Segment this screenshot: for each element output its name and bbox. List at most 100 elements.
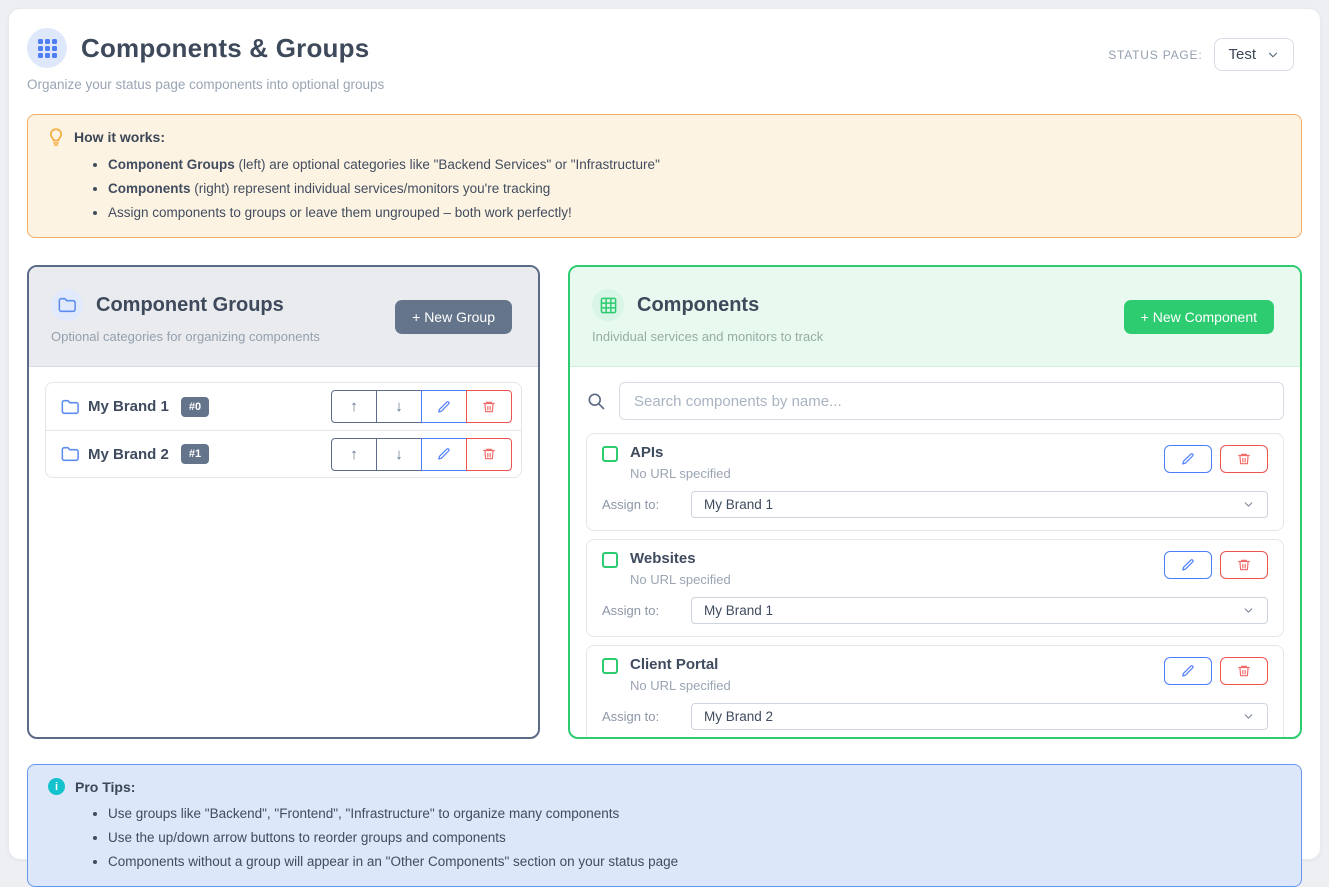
move-group-down-button[interactable]: ↓ [376, 438, 422, 471]
component-checkbox[interactable] [602, 552, 618, 568]
how-it-works-bullet: Component Groups (left) are optional cat… [108, 153, 1281, 177]
grid-dots-icon [38, 39, 57, 58]
how-it-works-bullet: Components (right) represent individual … [108, 177, 1281, 201]
pencil-icon [437, 400, 451, 414]
status-page-selected-value: Test [1228, 46, 1256, 63]
component-checkbox[interactable] [602, 446, 618, 462]
assign-to-label: Assign to: [602, 709, 666, 724]
status-page-select[interactable]: Test [1214, 38, 1294, 71]
delete-component-button[interactable] [1220, 551, 1268, 579]
trash-icon [1237, 664, 1251, 678]
group-order-badge: #0 [181, 397, 209, 417]
assign-to-label: Assign to: [602, 497, 666, 512]
chevron-down-icon [1242, 498, 1255, 511]
component-groups-title: Component Groups [96, 294, 284, 317]
search-icon [586, 391, 606, 411]
assign-group-select[interactable]: My Brand 1 [691, 597, 1268, 624]
new-component-button[interactable]: + New Component [1124, 300, 1274, 334]
group-name: My Brand 1 [88, 398, 169, 415]
component-url-status: No URL specified [630, 678, 731, 693]
pencil-icon [1181, 452, 1195, 466]
component-card: APIs No URL specified [586, 433, 1284, 531]
how-it-works-bullet: Assign components to groups or leave the… [108, 201, 1281, 225]
trash-icon [1237, 558, 1251, 572]
pencil-icon [1181, 664, 1195, 678]
component-name: APIs [630, 444, 731, 461]
trash-icon [482, 447, 496, 461]
pro-tip-bullet: Components without a group will appear i… [108, 850, 1281, 874]
folder-icon [61, 446, 79, 462]
edit-component-button[interactable] [1164, 551, 1212, 579]
component-groups-header: Component Groups Optional categories for… [29, 267, 538, 367]
folder-icon [51, 289, 83, 321]
component-groups-body: My Brand 1 #0 ↑ ↓ [29, 367, 538, 737]
component-groups-panel: Component Groups Optional categories for… [27, 265, 540, 739]
component-card: Client Portal No URL specified [586, 645, 1284, 739]
how-it-works-title: How it works: [74, 129, 165, 145]
delete-group-button[interactable] [466, 438, 512, 471]
pro-tip-bullet: Use the up/down arrow buttons to reorder… [108, 826, 1281, 850]
page-header: Components & Groups Organize your status… [27, 28, 1302, 92]
main-card: Components & Groups Organize your status… [8, 8, 1321, 860]
pencil-icon [437, 447, 451, 461]
delete-group-button[interactable] [466, 390, 512, 423]
delete-component-button[interactable] [1220, 445, 1268, 473]
component-name: Websites [630, 550, 731, 567]
component-card: Websites No URL specified [586, 539, 1284, 637]
group-name: My Brand 2 [88, 446, 169, 463]
component-url-status: No URL specified [630, 466, 731, 481]
page-subtitle: Organize your status page components int… [27, 77, 384, 92]
trash-icon [1237, 452, 1251, 466]
assign-group-select[interactable]: My Brand 1 [691, 491, 1268, 518]
pro-tip-bullet: Use groups like "Backend", "Frontend", "… [108, 802, 1281, 826]
chevron-down-icon [1242, 604, 1255, 617]
page-title: Components & Groups [81, 33, 369, 64]
assign-group-select[interactable]: My Brand 2 [691, 703, 1268, 730]
components-title: Components [637, 294, 759, 317]
assigned-group-value: My Brand 1 [704, 603, 773, 618]
pro-tips-box: i Pro Tips: Use groups like "Backend", "… [27, 764, 1302, 887]
group-list: My Brand 1 #0 ↑ ↓ [45, 382, 522, 478]
edit-group-button[interactable] [421, 390, 467, 423]
components-body: APIs No URL specified [570, 367, 1300, 739]
component-list: APIs No URL specified [586, 433, 1284, 739]
new-group-button[interactable]: + New Group [395, 300, 512, 334]
assigned-group-value: My Brand 2 [704, 709, 773, 724]
edit-component-button[interactable] [1164, 445, 1212, 473]
arrow-up-icon: ↑ [350, 398, 358, 415]
pencil-icon [1181, 558, 1195, 572]
pro-tips-list: Use groups like "Backend", "Frontend", "… [48, 802, 1281, 874]
lightbulb-icon [48, 128, 64, 146]
info-icon: i [48, 778, 65, 795]
edit-group-button[interactable] [421, 438, 467, 471]
move-group-up-button[interactable]: ↑ [331, 438, 377, 471]
components-panel: Components Individual services and monit… [568, 265, 1302, 739]
components-groups-app-icon [27, 28, 67, 68]
group-row: My Brand 2 #1 ↑ ↓ [46, 430, 521, 477]
chevron-down-icon [1242, 710, 1255, 723]
folder-icon [61, 399, 79, 415]
components-subtitle: Individual services and monitors to trac… [592, 329, 823, 344]
arrow-down-icon: ↓ [395, 398, 403, 415]
component-url-status: No URL specified [630, 572, 731, 587]
chevron-down-icon [1266, 48, 1280, 62]
group-row: My Brand 1 #0 ↑ ↓ [46, 383, 521, 430]
group-actions: ↑ ↓ [331, 438, 512, 471]
component-groups-subtitle: Optional categories for organizing compo… [51, 329, 320, 344]
component-checkbox[interactable] [602, 658, 618, 674]
how-it-works-list: Component Groups (left) are optional cat… [48, 153, 1281, 225]
how-it-works-box: How it works: Component Groups (left) ar… [27, 114, 1302, 238]
move-group-down-button[interactable]: ↓ [376, 390, 422, 423]
edit-component-button[interactable] [1164, 657, 1212, 685]
move-group-up-button[interactable]: ↑ [331, 390, 377, 423]
search-components-input[interactable] [619, 382, 1284, 420]
trash-icon [482, 400, 496, 414]
status-page-label: STATUS PAGE: [1108, 48, 1202, 62]
group-order-badge: #1 [181, 444, 209, 464]
arrow-down-icon: ↓ [395, 446, 403, 463]
assign-to-label: Assign to: [602, 603, 666, 618]
pro-tips-title: Pro Tips: [75, 779, 135, 795]
arrow-up-icon: ↑ [350, 446, 358, 463]
assigned-group-value: My Brand 1 [704, 497, 773, 512]
delete-component-button[interactable] [1220, 657, 1268, 685]
